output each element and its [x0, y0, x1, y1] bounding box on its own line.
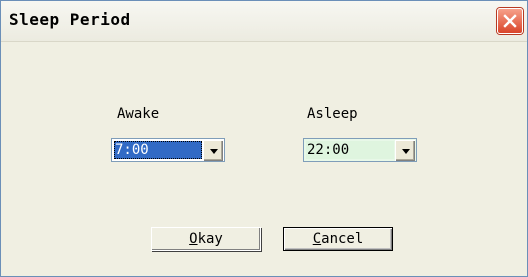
okay-label-rest: kay [197, 231, 223, 247]
dialog-window: Sleep Period Awake 7:00 Asleep 22:00 Oka… [0, 0, 528, 277]
cancel-label-rest: ancel [321, 231, 364, 247]
okay-mnemonic: O [189, 231, 198, 247]
close-button[interactable] [497, 8, 523, 34]
asleep-label: Asleep [307, 106, 358, 122]
window-title: Sleep Period [9, 10, 131, 29]
asleep-select-value[interactable]: 22:00 [306, 141, 394, 159]
title-bar: Sleep Period [1, 1, 527, 42]
close-icon [503, 14, 517, 28]
awake-select-value[interactable]: 7:00 [114, 141, 202, 159]
chevron-down-icon[interactable] [203, 140, 223, 161]
chevron-down-icon[interactable] [395, 140, 415, 161]
okay-button[interactable]: Okay [151, 227, 261, 251]
asleep-select[interactable]: 22:00 [303, 138, 417, 162]
cancel-button[interactable]: Cancel [283, 227, 393, 251]
awake-select[interactable]: 7:00 [111, 138, 225, 162]
cancel-mnemonic: C [312, 231, 322, 247]
awake-label: Awake [117, 106, 160, 122]
